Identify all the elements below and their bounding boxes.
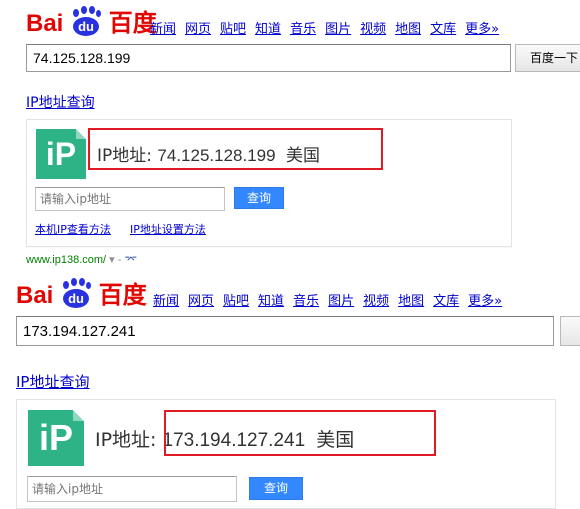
ip-lookup-card: iP IP地址: 173.194.127.241 美国 查询 xyxy=(16,399,556,509)
nav-zhidao[interactable]: 知道 xyxy=(255,22,281,37)
search-input[interactable] xyxy=(16,316,554,346)
nav-wenku[interactable]: 文库 xyxy=(430,22,456,37)
nav-web[interactable]: 网页 xyxy=(188,294,214,309)
result-url-text[interactable]: www.ip138.com/ xyxy=(26,254,106,266)
ip-icon: iP xyxy=(36,129,86,179)
top-nav: 新闻 网页 贴吧 知道 音乐 图片 视频 地图 文库 更多» xyxy=(150,18,508,37)
top-search-section: Bai du 百度 新闻网页贴吧知道音乐图片视频地图文库更多» 百度一下 IP地… xyxy=(0,0,580,266)
ip-label: IP地址: xyxy=(95,429,157,451)
logo-text-bai: Bai xyxy=(26,10,64,37)
local-ip-method-link[interactable]: 本机IP查看方法 xyxy=(35,221,111,237)
nav-music[interactable]: 音乐 xyxy=(290,22,316,37)
nav-zhidao[interactable]: 知道 xyxy=(258,294,284,309)
highlight-box xyxy=(164,410,436,456)
ip-icon: iP xyxy=(28,410,84,466)
paw-icon: du xyxy=(60,278,92,309)
ip-lookup-card: iP IP地址: 74.125.128.199 美国 查询 本机IP查看方法 I… xyxy=(26,119,512,247)
nav-images[interactable]: 图片 xyxy=(325,22,351,37)
nav-video[interactable]: 视频 xyxy=(360,22,386,37)
search-input[interactable] xyxy=(26,44,511,72)
nav-more[interactable]: 更多» xyxy=(465,22,499,37)
search-button[interactable] xyxy=(560,316,580,346)
nav-images[interactable]: 图片 xyxy=(328,294,354,309)
nav-wenku[interactable]: 文库 xyxy=(433,294,459,309)
snapshot-icon[interactable]: ⌤ xyxy=(124,254,137,266)
nav-map[interactable]: 地图 xyxy=(398,294,424,309)
baidu-logo[interactable]: Bai du 百度 xyxy=(16,278,147,312)
query-button[interactable]: 查询 xyxy=(249,477,303,500)
logo-text-bai: Bai xyxy=(16,282,54,309)
nav-tieba[interactable]: 贴吧 xyxy=(220,22,246,37)
nav-video[interactable]: 视频 xyxy=(363,294,389,309)
result-title-ip-lookup[interactable]: IP地址查询 xyxy=(26,92,95,112)
query-button[interactable]: 查询 xyxy=(234,187,284,209)
url-dropdown-icon[interactable]: ▾ - xyxy=(106,254,124,266)
result-title-ip-lookup[interactable]: IP地址查询 xyxy=(16,371,89,392)
paw-icon: du xyxy=(70,6,102,37)
search-button[interactable]: 百度一下 xyxy=(515,44,580,72)
nav-tieba[interactable]: 贴吧 xyxy=(223,294,249,309)
nav-news[interactable]: 新闻 xyxy=(153,294,179,309)
baidu-logo[interactable]: Bai du 百度 xyxy=(26,6,157,40)
top-nav: 新闻 网页 贴吧 知道 音乐 图片 视频 地图 文库 更多» xyxy=(153,290,511,309)
ip-query-input[interactable] xyxy=(35,187,225,211)
logo-text-du: du xyxy=(78,19,94,34)
logo-text-du: du xyxy=(68,291,84,306)
nav-map[interactable]: 地图 xyxy=(395,22,421,37)
nav-web[interactable]: 网页 xyxy=(185,22,211,37)
bottom-search-section: Bai du 百度 新闻网页贴吧知道音乐图片视频地图文库更多» IP地址查询 i… xyxy=(0,270,580,509)
nav-more[interactable]: 更多» xyxy=(468,294,502,309)
ip-query-input[interactable] xyxy=(27,476,237,502)
result-url: www.ip138.com/ ▾ - ⌤ xyxy=(26,253,137,266)
highlight-box xyxy=(88,128,383,170)
nav-music[interactable]: 音乐 xyxy=(293,294,319,309)
logo-text-baidu-cn: 百度 xyxy=(98,282,147,309)
ip-settings-method-link[interactable]: IP地址设置方法 xyxy=(130,221,206,237)
nav-news[interactable]: 新闻 xyxy=(150,22,176,37)
